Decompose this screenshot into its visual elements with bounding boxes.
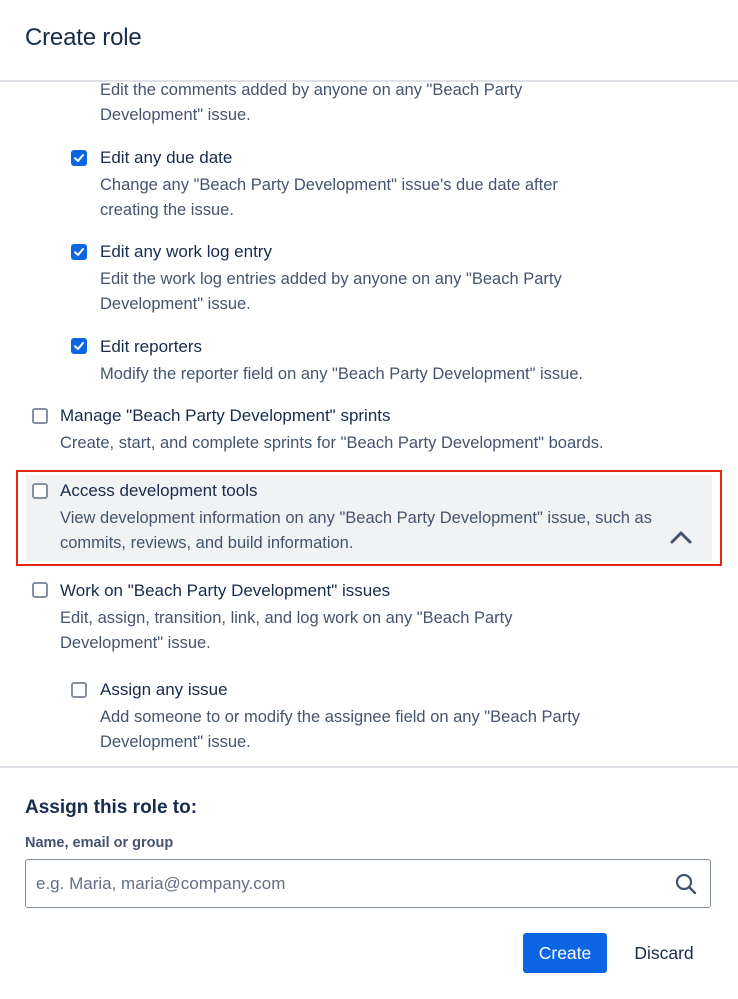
permission-title: Edit any work log entry [100,242,272,261]
checkbox-assign-any-issue[interactable] [71,682,87,698]
modal-header: Create role [0,0,738,82]
assignee-search-box[interactable] [25,859,711,908]
assign-section-title: Assign this role to: [25,797,198,818]
checkbox-manage-sprints[interactable] [32,408,48,424]
permission-description: Add someone to or modify the assignee fi… [100,708,581,751]
checkbox-work-on-issues[interactable] [32,582,48,598]
permission-title: Manage "Beach Party Development" sprints [60,406,391,425]
permission-title: Access development tools [60,481,258,500]
chevron-up-icon[interactable] [668,527,694,547]
permission-description: Change any "Beach Party Development" iss… [100,176,558,219]
permission-title: Edit reporters [100,337,203,356]
checkbox-edit-due-date[interactable] [71,150,87,166]
modal-title: Create role [25,24,142,51]
create-button[interactable]: Create [523,933,607,973]
permission-description: Modify the reporter field on any "Beach … [100,365,584,383]
assignee-search-input[interactable] [36,860,656,907]
discard-button[interactable]: Discard [621,933,707,973]
checkbox-edit-work-log[interactable] [71,244,87,260]
permissions-list[interactable]: Edit the comments added by anyone on any… [0,82,738,766]
permission-title: Edit any due date [100,148,233,167]
permission-description: Create, start, and complete sprints for … [60,434,604,452]
permission-description: View development information on any "Bea… [60,509,652,552]
permission-description: Edit, assign, transition, link, and log … [60,609,513,652]
checkbox-edit-reporters[interactable] [71,338,87,354]
permission-title: Work on "Beach Party Development" issues [60,581,391,600]
search-icon[interactable] [674,872,698,896]
footer-divider [0,766,738,768]
permission-description: Edit the comments added by anyone on any… [100,82,523,124]
permission-description: Edit the work log entries added by anyon… [100,270,562,313]
permission-title: Assign any issue [100,680,228,699]
assignee-field-label: Name, email or group [25,835,174,851]
checkmark-icon [74,248,84,256]
checkmark-icon [74,154,84,162]
checkbox-access-dev-tools[interactable] [32,483,48,499]
checkmark-icon [74,342,84,350]
